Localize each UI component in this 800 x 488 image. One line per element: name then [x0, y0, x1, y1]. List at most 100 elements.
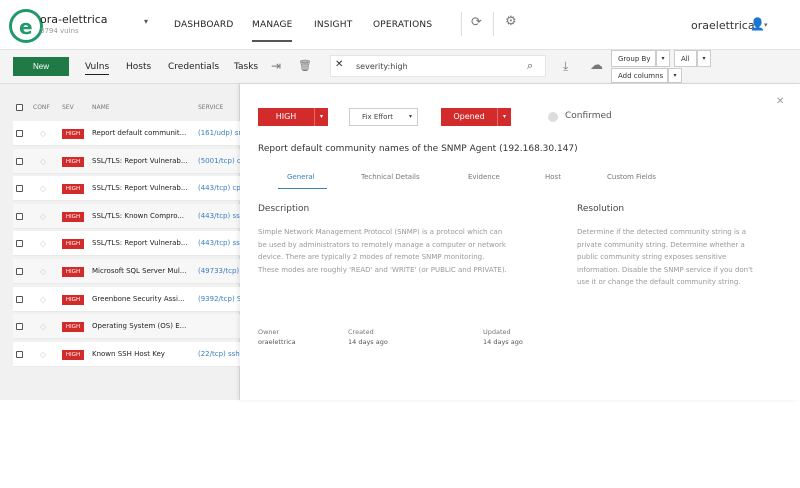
- confirmed-label[interactable]: Confirmed: [565, 111, 612, 121]
- add-columns-chevron-icon[interactable]: ▾: [668, 68, 682, 83]
- severity-badge: HIGH: [62, 212, 84, 222]
- created-value: 14 days ago: [348, 338, 388, 346]
- row-checkbox[interactable]: [16, 268, 23, 275]
- status-dropdown[interactable]: Opened ▾: [441, 108, 511, 126]
- table-row[interactable]: ◇ HIGH SSL/TLS: Known Compro... (443/tcp…: [13, 204, 240, 229]
- severity-badge: HIGH: [62, 350, 84, 360]
- vuln-service-link[interactable]: (443/tcp) ss: [198, 239, 240, 247]
- row-checkbox[interactable]: [16, 185, 23, 192]
- table-row[interactable]: ◇ HIGH Microsoft SQL Server Mul... (4973…: [13, 259, 240, 284]
- export-icon[interactable]: ⇥: [271, 59, 281, 73]
- fix-effort-dropdown[interactable]: Fix Effort ▾: [349, 108, 418, 126]
- description-line: These modes are roughly 'READ' and 'WRIT…: [258, 265, 507, 274]
- vuln-name[interactable]: SSL/TLS: Report Vulnerab...: [92, 184, 192, 192]
- severity-badge: HIGH: [62, 157, 84, 167]
- user-menu-chevron-icon[interactable]: ▾: [764, 21, 768, 29]
- column-header-conf[interactable]: CONF: [33, 104, 50, 111]
- row-checkbox[interactable]: [16, 240, 23, 247]
- confirmed-toggle[interactable]: [548, 112, 558, 122]
- group-filter-chevron-icon[interactable]: ▾: [697, 50, 711, 67]
- download-icon[interactable]: ⤓: [563, 59, 568, 74]
- vuln-service-link[interactable]: (161/udp) sn: [198, 129, 240, 137]
- vuln-service-link[interactable]: (9392/tcp) S: [198, 295, 240, 303]
- tab-general[interactable]: General: [287, 173, 315, 181]
- tab-tasks[interactable]: Tasks: [234, 62, 258, 72]
- search-input[interactable]: severity:high: [356, 62, 408, 71]
- search-box[interactable]: ✕ severity:high ⌕: [330, 55, 546, 77]
- table-row[interactable]: ◇ HIGH Known SSH Host Key (22/tcp) ssh: [13, 342, 240, 367]
- vuln-service-link[interactable]: (5001/tcp) c: [198, 157, 240, 165]
- updated-value: 14 days ago: [483, 338, 523, 346]
- vuln-service-link[interactable]: (443/tcp) cp: [198, 184, 240, 192]
- severity-badge: HIGH: [62, 239, 84, 249]
- table-row[interactable]: ◇ HIGH Operating System (OS) E...: [13, 314, 240, 339]
- vuln-name[interactable]: Known SSH Host Key: [92, 350, 192, 358]
- org-logo-icon[interactable]: e: [9, 9, 43, 43]
- vuln-name[interactable]: SSL/TLS: Known Compro...: [92, 212, 192, 220]
- severity-dropdown[interactable]: HIGH ▾: [258, 108, 328, 126]
- refresh-icon[interactable]: ⟳: [471, 15, 482, 30]
- owner-label: Owner: [258, 328, 280, 336]
- vuln-name[interactable]: Operating System (OS) E...: [92, 322, 192, 330]
- resolution-line: use it or change the default community s…: [577, 278, 741, 286]
- tab-evidence[interactable]: Evidence: [468, 173, 500, 181]
- vuln-name[interactable]: SSL/TLS: Report Vulnerab...: [92, 157, 192, 165]
- status-dropdown-label: Opened: [453, 112, 485, 121]
- row-checkbox[interactable]: [16, 323, 23, 330]
- org-name[interactable]: ora-elettrica: [40, 13, 108, 26]
- nav-operations[interactable]: OPERATIONS: [373, 20, 432, 30]
- vuln-name[interactable]: SSL/TLS: Report Vulnerab...: [92, 239, 192, 247]
- vuln-service-link[interactable]: (443/tcp) ss: [198, 212, 240, 220]
- org-switcher-chevron-icon[interactable]: ▾: [144, 17, 148, 26]
- nav-dashboard[interactable]: DASHBOARD: [174, 20, 234, 30]
- vuln-service-link[interactable]: (22/tcp) ssh: [198, 350, 240, 358]
- owner-value: oraelettrica: [258, 338, 296, 346]
- table-row[interactable]: ◇ HIGH Report default communit... (161/u…: [13, 121, 240, 146]
- tab-hosts[interactable]: Hosts: [126, 62, 151, 72]
- row-checkbox[interactable]: [16, 213, 23, 220]
- tab-technical-details[interactable]: Technical Details: [361, 173, 420, 181]
- row-checkbox[interactable]: [16, 158, 23, 165]
- vuln-name[interactable]: Greenbone Security Assi...: [92, 295, 192, 303]
- row-checkbox[interactable]: [16, 130, 23, 137]
- table-row[interactable]: ◇ HIGH SSL/TLS: Report Vulnerab... (443/…: [13, 231, 240, 256]
- settings-gear-icon[interactable]: ⚙: [505, 14, 517, 29]
- clear-search-icon[interactable]: ✕: [335, 59, 343, 70]
- list-header: CONF SEV NAME SERVICE: [13, 98, 240, 118]
- column-header-service[interactable]: SERVICE: [198, 104, 223, 111]
- nav-insight[interactable]: INSIGHT: [314, 20, 352, 30]
- tab-custom-fields[interactable]: Custom Fields: [607, 173, 656, 181]
- table-row[interactable]: ◇ HIGH SSL/TLS: Report Vulnerab... (443/…: [13, 176, 240, 201]
- add-columns-select[interactable]: Add columns: [611, 68, 668, 83]
- new-button[interactable]: New: [13, 57, 69, 76]
- row-checkbox[interactable]: [16, 351, 23, 358]
- user-name[interactable]: oraelettrica: [691, 19, 755, 32]
- group-by-select[interactable]: Group By: [611, 50, 656, 67]
- search-icon[interactable]: ⌕: [527, 59, 533, 73]
- group-filter-select[interactable]: All: [674, 50, 697, 67]
- severity-badge: HIGH: [62, 129, 84, 139]
- select-all-checkbox[interactable]: [16, 104, 23, 111]
- vulnerability-detail-panel: ✕ HIGH ▾ Fix Effort ▾ Opened ▾ Confirmed…: [240, 84, 800, 400]
- row-checkbox[interactable]: [16, 296, 23, 303]
- nav-manage[interactable]: MANAGE: [252, 20, 293, 30]
- close-icon[interactable]: ✕: [776, 96, 784, 107]
- cloud-upload-icon[interactable]: ☁: [590, 58, 603, 73]
- tab-credentials[interactable]: Credentials: [168, 62, 219, 72]
- column-header-name[interactable]: NAME: [92, 104, 110, 111]
- created-label: Created: [348, 328, 374, 336]
- trash-icon[interactable]: 🗑: [298, 59, 312, 72]
- group-by-chevron-icon[interactable]: ▾: [656, 50, 670, 67]
- vuln-service-link[interactable]: (49733/tcp): [198, 267, 240, 275]
- table-row[interactable]: ◇ HIGH SSL/TLS: Report Vulnerab... (5001…: [13, 149, 240, 174]
- tab-host[interactable]: Host: [545, 173, 561, 181]
- nav-divider: [461, 12, 462, 36]
- column-header-sev[interactable]: SEV: [62, 104, 74, 111]
- vuln-name[interactable]: Report default communit...: [92, 129, 192, 137]
- severity-badge: HIGH: [62, 184, 84, 194]
- vuln-name[interactable]: Microsoft SQL Server Mul...: [92, 267, 192, 275]
- user-icon[interactable]: 👤: [750, 17, 765, 31]
- table-row[interactable]: ◇ HIGH Greenbone Security Assi... (9392/…: [13, 287, 240, 312]
- org-vuln-count: 3794 vulns: [40, 27, 79, 35]
- tab-vulns[interactable]: Vulns: [85, 62, 110, 75]
